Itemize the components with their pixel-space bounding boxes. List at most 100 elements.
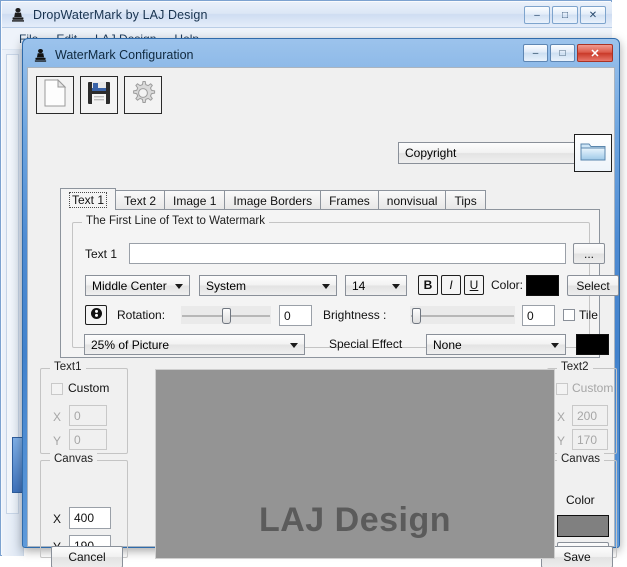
watermark-configuration-dialog: WaterMark Configuration – □ ✕ Copyright …: [22, 38, 620, 567]
color-select-button[interactable]: Select: [567, 275, 619, 296]
tab-strip: Text 1 Text 2 Image 1 Image Borders Fram…: [60, 188, 600, 210]
dialog-body: Copyright Text 1 Text 2 Image 1 Image Bo…: [27, 67, 619, 567]
folder-icon: [579, 139, 607, 168]
main-window-side-panel: [2, 50, 24, 556]
floppy-disk-icon: [86, 80, 112, 111]
tile-label: Tile: [579, 308, 598, 322]
dialog-window-buttons: – □ ✕: [523, 44, 613, 62]
dialog-close-button[interactable]: ✕: [577, 44, 613, 62]
text1-x-value: 0: [74, 408, 81, 423]
tile-checkbox[interactable]: [563, 309, 575, 321]
text1-x-label: X: [53, 410, 62, 424]
bold-button[interactable]: B: [418, 275, 438, 295]
text2-position-legend: Text2: [557, 361, 593, 373]
font-family-combo-value: System: [206, 278, 247, 293]
canvas-x-field[interactable]: 400: [69, 507, 111, 529]
rotation-slider[interactable]: [181, 306, 271, 324]
main-window-titlebar: DropWaterMark by LAJ Design – □ ✕: [2, 2, 612, 28]
tab-nonvisual-label: nonvisual: [386, 193, 438, 208]
main-window-buttons: – □ ✕: [524, 6, 606, 24]
tab-tips-label: Tips: [454, 193, 477, 208]
chevron-down-icon: [551, 342, 559, 348]
special-effect-swatch[interactable]: [576, 334, 609, 355]
rotation-slider-thumb[interactable]: [222, 308, 231, 324]
tab-text-1[interactable]: Text 1: [60, 188, 117, 210]
text2-position-group: Text2 Custom X 200 Y 170: [547, 361, 617, 454]
brightness-slider-track: [411, 315, 514, 317]
tab-text-2[interactable]: Text 2: [115, 190, 166, 210]
dialog-maximize-button[interactable]: □: [550, 44, 575, 62]
underline-button[interactable]: U: [464, 275, 484, 295]
tab-image-borders[interactable]: Image Borders: [224, 190, 322, 210]
tab-image-1-label: Image 1: [173, 193, 217, 208]
text-color-swatch[interactable]: [526, 275, 559, 296]
tab-image-1[interactable]: Image 1: [164, 190, 226, 210]
text2-x-value: 200: [577, 408, 598, 423]
tab-nonvisual[interactable]: nonvisual: [377, 190, 447, 210]
color-label: Color:: [491, 278, 524, 292]
rotation-toggle-button[interactable]: [85, 305, 107, 325]
text1-y-value: 0: [74, 432, 81, 447]
preset-combo-value: Copyright: [405, 146, 457, 160]
stamp-icon: [33, 48, 48, 63]
text2-y-value: 170: [577, 432, 598, 447]
brightness-value: 0: [527, 308, 534, 323]
chevron-down-icon: [175, 283, 183, 289]
save-button[interactable]: [80, 76, 118, 114]
text1-input[interactable]: [129, 243, 566, 264]
text1-position-legend: Text1: [50, 361, 86, 373]
brightness-value-field[interactable]: 0: [522, 305, 555, 326]
vertical-scrollbar[interactable]: [6, 54, 23, 514]
new-document-button[interactable]: [36, 76, 74, 114]
font-family-combo[interactable]: System: [199, 275, 337, 296]
text1-browse-button[interactable]: ...: [573, 243, 605, 264]
rotation-value-field[interactable]: 0: [279, 305, 312, 326]
watermark-preview[interactable]: LAJ Design: [155, 369, 555, 559]
canvas-x-label: X: [53, 512, 62, 526]
dialog-title: WaterMark Configuration: [55, 48, 194, 62]
settings-button[interactable]: [124, 76, 162, 114]
text2-custom-checkbox[interactable]: [556, 383, 568, 395]
first-line-group-legend: The First Line of Text to Watermark: [82, 215, 269, 227]
tab-image-borders-label: Image Borders: [233, 193, 313, 208]
open-folder-button[interactable]: [574, 134, 612, 172]
text-position-combo[interactable]: Middle Center: [85, 275, 190, 296]
close-button[interactable]: ✕: [580, 6, 606, 24]
special-effect-combo-value: None: [433, 337, 462, 352]
italic-button[interactable]: I: [441, 275, 461, 295]
text1-y-field[interactable]: 0: [69, 429, 107, 450]
new-document-icon: [43, 78, 67, 112]
brightness-slider-thumb[interactable]: [412, 308, 422, 324]
text1-custom-checkbox[interactable]: [51, 383, 63, 395]
preview-watermark-text: LAJ Design: [258, 501, 452, 539]
maximize-button[interactable]: □: [552, 6, 578, 24]
first-line-group: The First Line of Text to Watermark Text…: [72, 215, 619, 348]
special-effect-combo[interactable]: None: [426, 334, 566, 355]
text1-x-field[interactable]: 0: [69, 405, 107, 426]
text2-custom-label: Custom: [572, 381, 614, 395]
font-size-combo-value: 14: [352, 278, 366, 293]
canvas-color-swatch[interactable]: [557, 515, 609, 537]
minimize-button[interactable]: –: [524, 6, 550, 24]
preset-combo[interactable]: Copyright: [398, 142, 591, 164]
dialog-titlebar: WaterMark Configuration – □ ✕: [27, 43, 615, 67]
tab-text-1-label: Text 1: [69, 191, 108, 208]
text-position-combo-value: Middle Center: [92, 278, 167, 293]
canvas-size-legend: Canvas: [50, 453, 97, 465]
scale-combo[interactable]: 25% of Picture: [84, 334, 305, 355]
tab-frames[interactable]: Frames: [320, 190, 379, 210]
brightness-slider[interactable]: [410, 306, 515, 324]
cancel-button[interactable]: Cancel: [51, 546, 123, 567]
text2-x-field[interactable]: 200: [572, 405, 608, 426]
text1-label: Text 1: [85, 247, 118, 261]
main-window-title: DropWaterMark by LAJ Design: [33, 7, 208, 22]
chevron-down-icon: [322, 283, 330, 289]
canvas-x-value: 400: [74, 511, 95, 525]
dialog-minimize-button[interactable]: –: [523, 44, 548, 62]
tab-tips[interactable]: Tips: [445, 190, 486, 210]
text1-position-group: Text1 Custom X 0 Y 0: [40, 361, 128, 454]
text2-y-field[interactable]: 170: [572, 429, 608, 450]
rotation-label: Rotation:: [117, 308, 166, 322]
font-size-combo[interactable]: 14: [345, 275, 407, 296]
screen: DropWaterMark by LAJ Design – □ ✕ File E…: [0, 0, 627, 567]
